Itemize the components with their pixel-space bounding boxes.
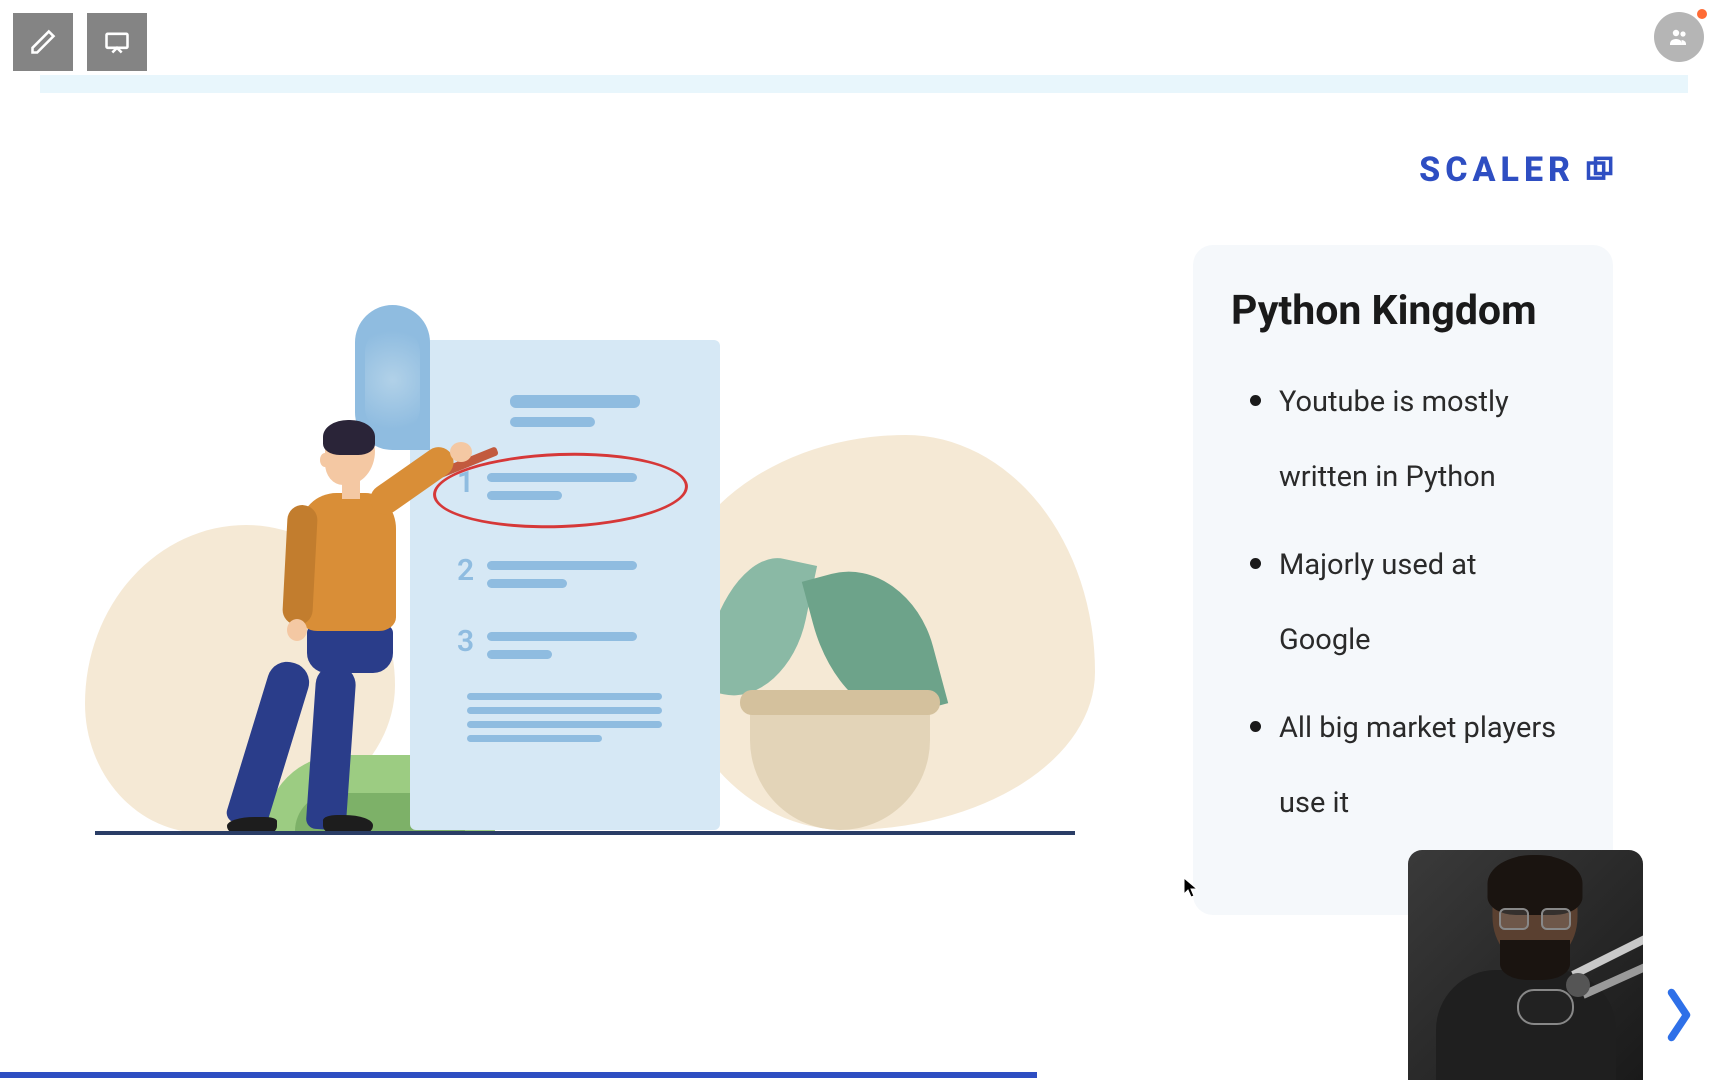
- slide-illustration: 1 2 3: [95, 295, 1075, 835]
- next-slide-button[interactable]: [1655, 980, 1703, 1050]
- video-progress-bar[interactable]: [0, 1072, 1037, 1078]
- present-tool-button[interactable]: [87, 13, 147, 71]
- doc-text-line: [467, 735, 602, 742]
- doc-text-line: [487, 650, 552, 659]
- webcam-hair-icon: [1487, 855, 1582, 915]
- document-roll-shadow-icon: [365, 325, 420, 435]
- doc-text-line: [487, 579, 567, 588]
- content-card: Python Kingdom Youtube is mostly written…: [1193, 245, 1613, 915]
- presentation-icon: [103, 28, 131, 56]
- doc-text-line: [487, 632, 637, 641]
- doc-text-line: [467, 707, 662, 714]
- person-arm-icon: [282, 504, 318, 625]
- doc-text-line: [467, 721, 662, 728]
- card-bullet-list: Youtube is mostly written in Python Majo…: [1231, 365, 1575, 841]
- top-toolbar: [13, 13, 147, 71]
- person-hand-icon: [287, 619, 307, 641]
- cursor-icon: [1183, 877, 1199, 899]
- person-hip-icon: [307, 625, 393, 673]
- webcam-feed[interactable]: [1408, 850, 1643, 1080]
- plant-pot-rim-icon: [740, 690, 940, 715]
- person-arm-icon: [364, 441, 459, 520]
- floor-line: [95, 831, 1075, 835]
- pencil-icon: [29, 28, 57, 56]
- brand-icon: [1585, 156, 1613, 184]
- participants-button[interactable]: [1654, 12, 1704, 62]
- chevron-right-icon: [1661, 985, 1697, 1045]
- list-item: All big market players use it: [1231, 691, 1575, 842]
- people-icon: [1667, 25, 1691, 49]
- doc-header-line: [510, 417, 595, 427]
- list-item: Majorly used at Google: [1231, 528, 1575, 679]
- doc-text-line: [487, 561, 637, 570]
- person-hair-icon: [323, 420, 375, 455]
- list-item: Youtube is mostly written in Python: [1231, 365, 1575, 516]
- person-leg-icon: [306, 664, 357, 831]
- brand-logo: SCALER: [1419, 150, 1613, 190]
- pencil-tool-button[interactable]: [13, 13, 73, 71]
- person-leg-icon: [224, 657, 314, 832]
- person-illustration: [225, 425, 485, 833]
- doc-header-line: [510, 395, 640, 408]
- mic-arm-icon: [1463, 910, 1643, 1040]
- card-title: Python Kingdom: [1231, 287, 1575, 335]
- person-hand-icon: [450, 442, 472, 462]
- person-ear-icon: [320, 453, 330, 467]
- doc-text-line: [467, 693, 662, 700]
- slide-top-band: [40, 75, 1688, 93]
- brand-text: SCALER: [1419, 150, 1575, 190]
